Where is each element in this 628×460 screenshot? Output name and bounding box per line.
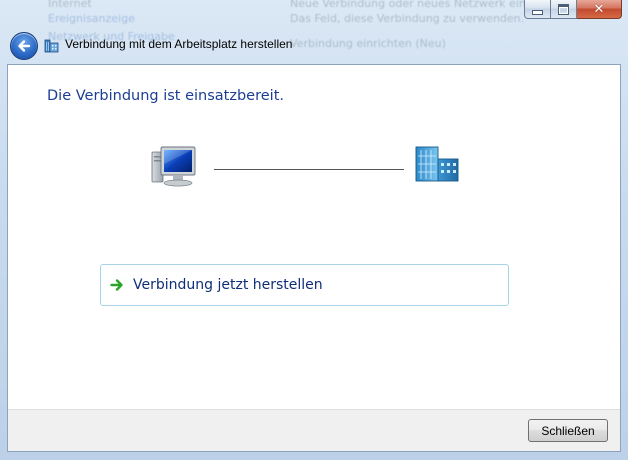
ghost-text: Verbindung einrichten (Neu) bbox=[290, 37, 446, 50]
workplace-network-icon bbox=[44, 39, 59, 53]
close-icon: ✕ bbox=[593, 1, 605, 17]
window-close-button[interactable]: ✕ bbox=[577, 0, 622, 19]
ghost-text: Das Feld, diese Verbindung zu verwenden. bbox=[290, 12, 525, 25]
minimize-button[interactable] bbox=[524, 0, 551, 19]
computer-icon bbox=[151, 146, 196, 187]
minimize-icon bbox=[532, 9, 543, 15]
wizard-content: Die Verbindung ist einsatzbereit. Verbin… bbox=[7, 64, 621, 452]
page-heading: Die Verbindung ist einsatzbereit. bbox=[47, 88, 284, 104]
maximize-icon bbox=[558, 3, 569, 15]
caption-buttons: ✕ bbox=[524, 0, 622, 19]
close-dialog-button[interactable]: Schließen bbox=[528, 419, 608, 442]
back-button[interactable] bbox=[10, 32, 38, 60]
green-arrow-icon bbox=[110, 279, 123, 291]
ghost-text: Internet bbox=[48, 0, 92, 10]
ghost-text: Ereignisanzeige bbox=[48, 12, 135, 25]
workplace-server-icon bbox=[415, 146, 459, 182]
window-title: Verbindung mit dem Arbeitsplatz herstell… bbox=[65, 37, 293, 51]
back-arrow-icon bbox=[18, 40, 31, 52]
connect-now-link[interactable]: Verbindung jetzt herstellen bbox=[100, 264, 509, 306]
footer-bar: Schließen bbox=[8, 409, 620, 451]
connection-line bbox=[214, 169, 404, 170]
maximize-button[interactable] bbox=[551, 0, 577, 19]
connect-now-label: Verbindung jetzt herstellen bbox=[133, 277, 323, 293]
window-frame: Internet Ereignisanzeige Netzwerk und Fr… bbox=[0, 0, 628, 460]
